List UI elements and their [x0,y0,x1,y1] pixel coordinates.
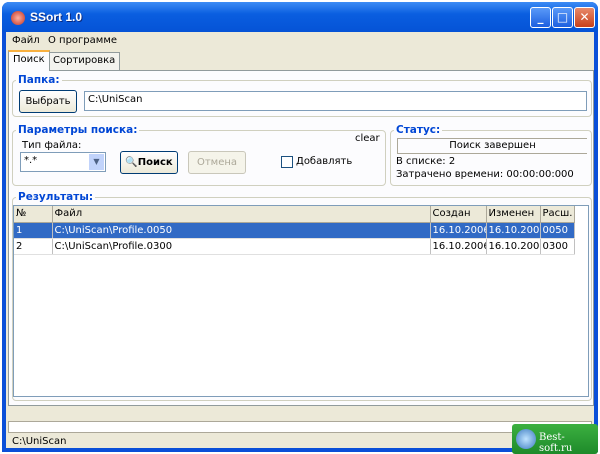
status-state: Поиск завершен [397,138,587,154]
globe-icon [516,429,536,449]
maximize-button[interactable]: □ [552,7,573,28]
cell-modified: 16.10.2006 [486,222,541,239]
window-title: SSort 1.0 [30,10,83,24]
cell-created: 16.10.2006 [430,222,487,239]
statusbar-text: C:\UniScan [12,436,67,447]
tab-sort[interactable]: Сортировка [48,52,121,70]
app-icon [11,11,25,25]
cell-created: 16.10.2006 [430,238,487,255]
cell-number: 1 [14,222,53,239]
results-table[interactable]: № Файл Создан Изменен Расш. 1 C:\UniScan… [13,205,589,397]
status-count: В списке: 2 [396,156,456,167]
col-ext[interactable]: Расш. [540,206,575,223]
tab-search[interactable]: Поиск [8,50,50,71]
cancel-button[interactable]: Отмена [188,151,246,174]
file-type-combo[interactable]: *.* ▼ [20,152,106,172]
file-type-label: Тип файла: [22,140,82,151]
cell-number: 2 [14,238,53,255]
clear-link[interactable]: clear [355,133,380,144]
cell-file: C:\UniScan\Profile.0050 [52,222,431,239]
folder-label: Папка: [16,74,62,86]
watermark-logo: Best-soft.ru [512,424,598,454]
browse-button[interactable]: Выбрать [19,90,77,113]
watermark-text: Best-soft.ru [539,432,573,454]
append-label: Добавлять [296,156,353,167]
title-bar[interactable]: SSort 1.0 [2,2,598,32]
close-button[interactable]: ✕ [574,7,595,28]
minimize-button[interactable]: _ [530,7,551,28]
col-modified[interactable]: Изменен [486,206,541,223]
file-type-value: *.* [24,155,38,166]
menu-about[interactable]: О программе [48,35,117,46]
progress-bar [8,421,592,433]
table-row[interactable]: 2 C:\UniScan\Profile.0300 16.10.2006 16.… [14,238,575,255]
magnifier-icon: 🔍 [125,157,138,168]
cell-modified: 16.10.2006 [486,238,541,255]
table-header: № Файл Создан Изменен Расш. [14,206,575,223]
menu-file[interactable]: Файл [12,35,40,46]
cell-ext: 0300 [540,238,575,255]
search-params-label: Параметры поиска: [16,124,140,136]
results-label: Результаты: [16,191,96,203]
cell-file: C:\UniScan\Profile.0300 [52,238,431,255]
status-label: Статус: [394,124,443,136]
chevron-down-icon[interactable]: ▼ [89,154,104,170]
folder-path-input[interactable]: C:\UniScan [84,91,587,111]
cell-ext: 0050 [540,222,575,239]
table-row[interactable]: 1 C:\UniScan\Profile.0050 16.10.2006 16.… [14,222,575,239]
col-created[interactable]: Создан [430,206,487,223]
menu-bar: Файл О программе [6,33,594,50]
append-checkbox[interactable] [281,156,293,168]
search-button[interactable]: 🔍Поиск [120,151,178,174]
status-time: Затрачено времени: 00:00:00:000 [396,169,574,180]
col-file[interactable]: Файл [52,206,431,223]
col-number[interactable]: № [14,206,53,223]
